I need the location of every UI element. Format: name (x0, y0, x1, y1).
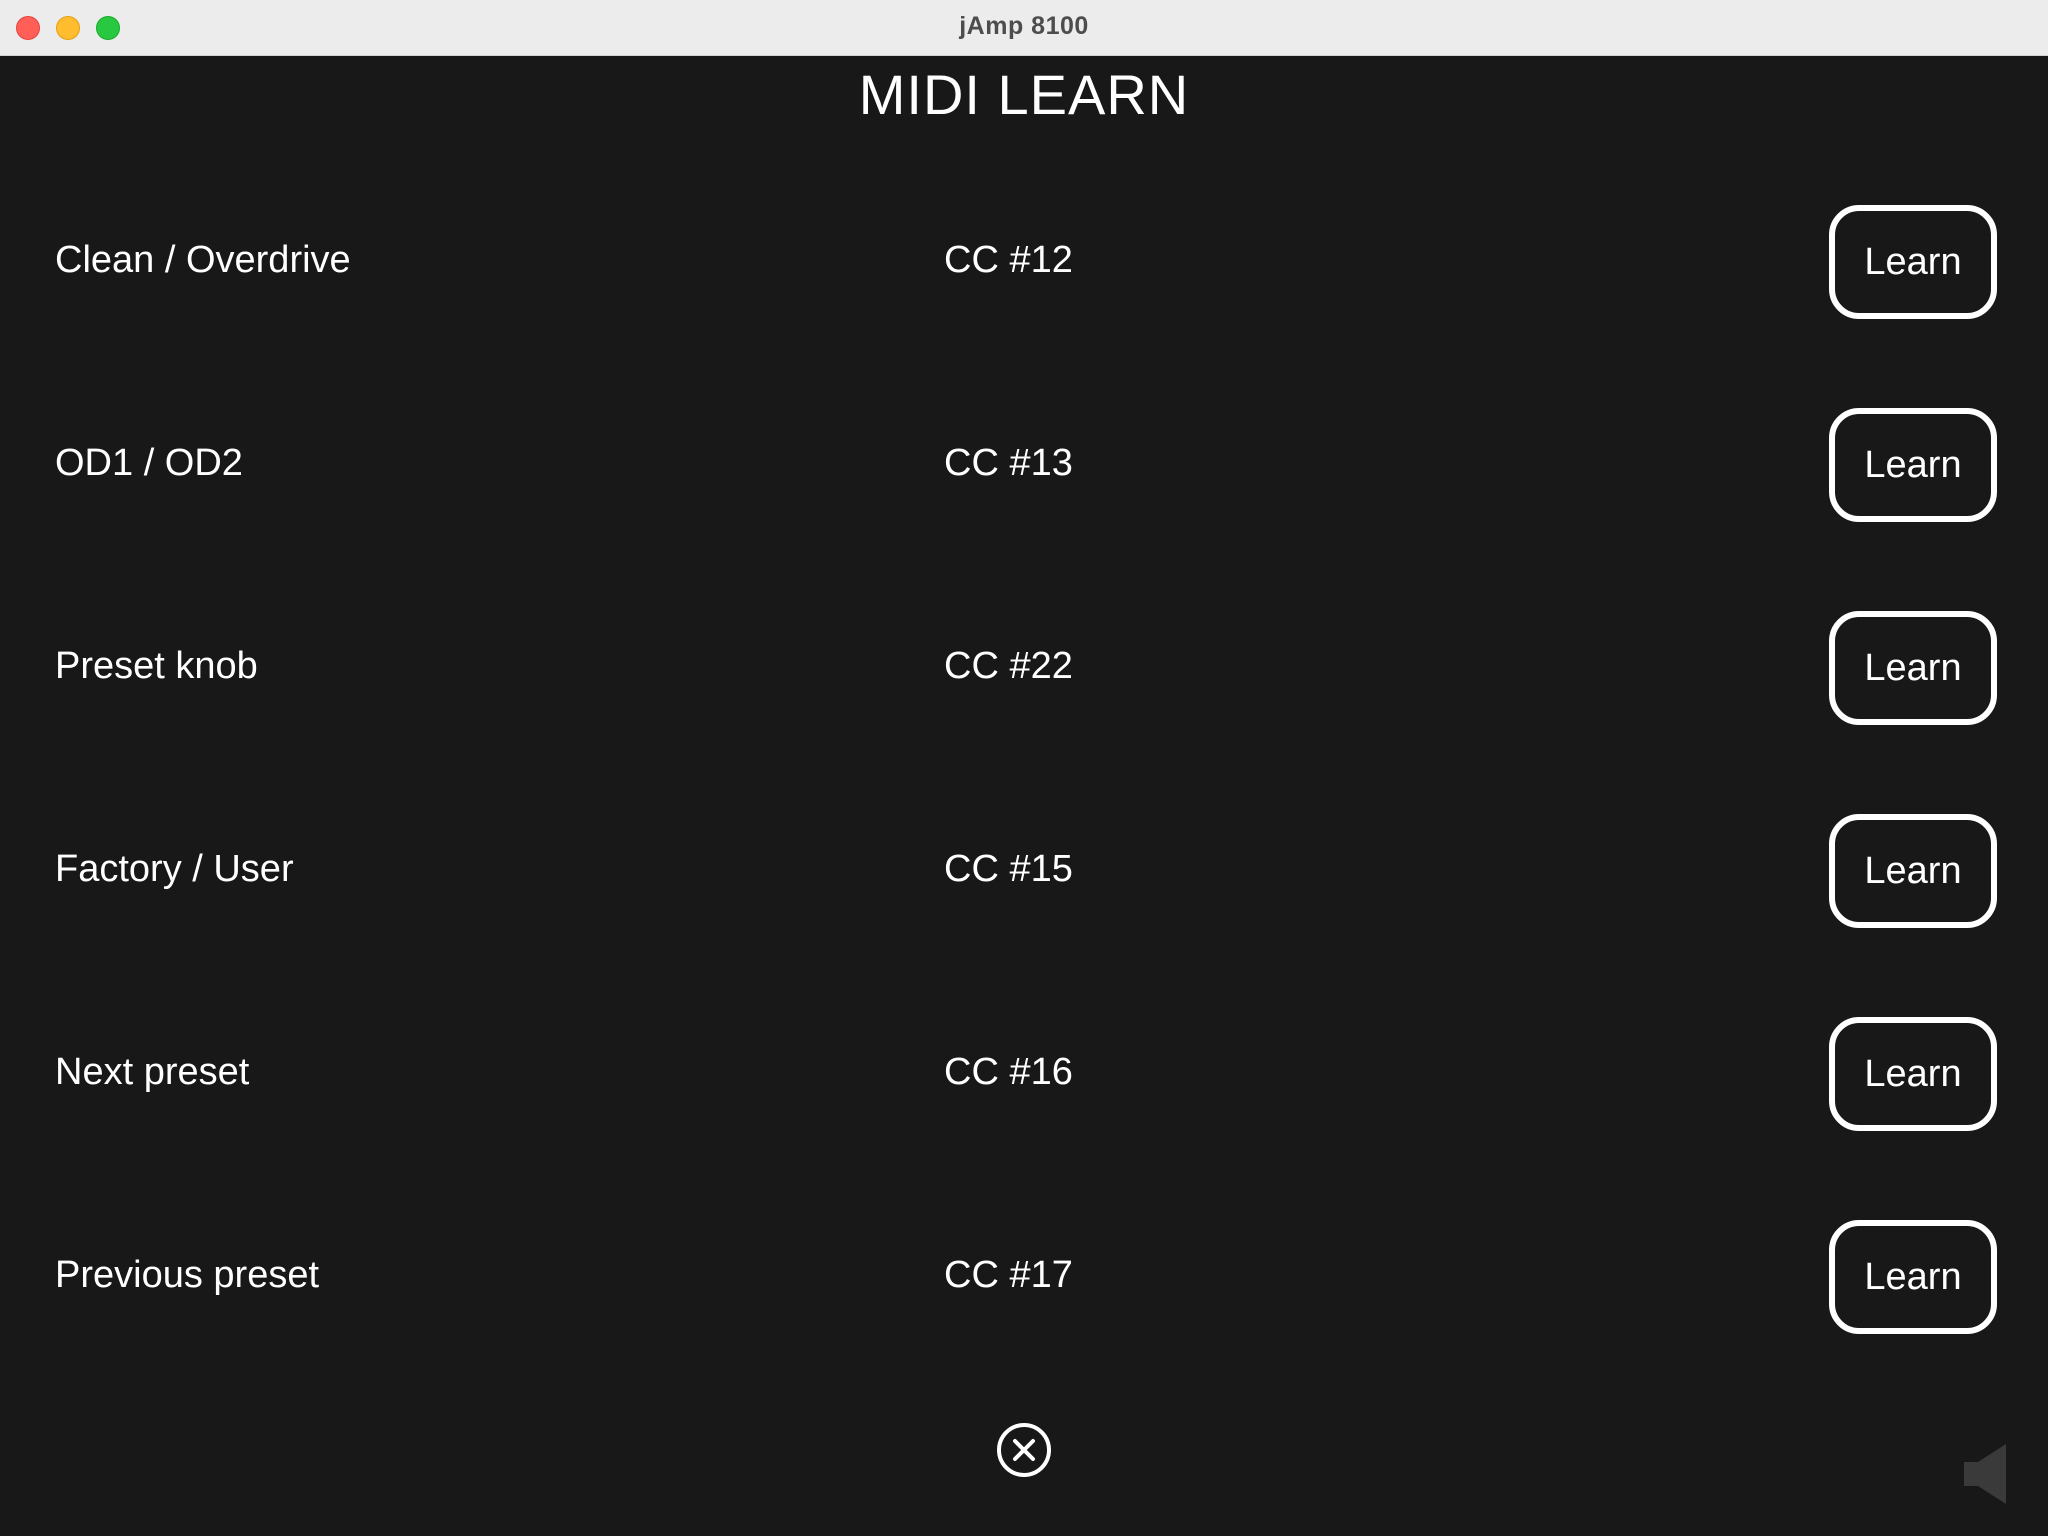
mapping-label: OD1 / OD2 (55, 442, 243, 484)
mapping-row: Next preset CC #16 Learn (0, 1017, 2048, 1131)
mapping-row: OD1 / OD2 CC #13 Learn (0, 408, 2048, 522)
mapping-cc-value: CC #15 (944, 848, 1073, 890)
learn-button-previous-preset[interactable]: Learn (1829, 1220, 1997, 1334)
midi-learn-panel: MIDI LEARN Clean / Overdrive CC #12 Lear… (0, 56, 2048, 1536)
learn-button-next-preset[interactable]: Learn (1829, 1017, 1997, 1131)
mapping-label: Clean / Overdrive (55, 239, 351, 281)
mapping-label: Previous preset (55, 1254, 320, 1296)
learn-button-od1-od2[interactable]: Learn (1829, 408, 1997, 522)
learn-button-preset-knob[interactable]: Learn (1829, 611, 1997, 725)
page-title: MIDI LEARN (858, 63, 1190, 126)
mapping-label: Preset knob (55, 645, 258, 687)
mapping-row: Clean / Overdrive CC #12 Learn (0, 205, 2048, 319)
mapping-cc-value: CC #13 (944, 442, 1073, 484)
mapping-label: Factory / User (55, 848, 294, 890)
close-circle-icon[interactable] (996, 1422, 1052, 1478)
mapping-row: Factory / User CC #15 Learn (0, 814, 2048, 928)
mapping-cc-value: CC #16 (944, 1051, 1073, 1093)
speaker-icon[interactable] (1962, 1442, 2010, 1506)
learn-button-clean-overdrive[interactable]: Learn (1829, 205, 1997, 319)
mapping-row: Previous preset CC #17 Learn (0, 1220, 2048, 1334)
mapping-cc-value: CC #17 (944, 1254, 1073, 1296)
window-title: jAmp 8100 (959, 12, 1089, 40)
mapping-cc-value: CC #12 (944, 239, 1073, 281)
learn-button-factory-user[interactable]: Learn (1829, 814, 1997, 928)
app-window: jAmp 8100 MIDI LEARN Clean / Overdrive C… (0, 0, 2048, 1536)
mapping-cc-value: CC #22 (944, 645, 1073, 687)
title-bar: jAmp 8100 (0, 0, 2048, 56)
mapping-label: Next preset (55, 1051, 250, 1093)
mapping-row: Preset knob CC #22 Learn (0, 611, 2048, 725)
